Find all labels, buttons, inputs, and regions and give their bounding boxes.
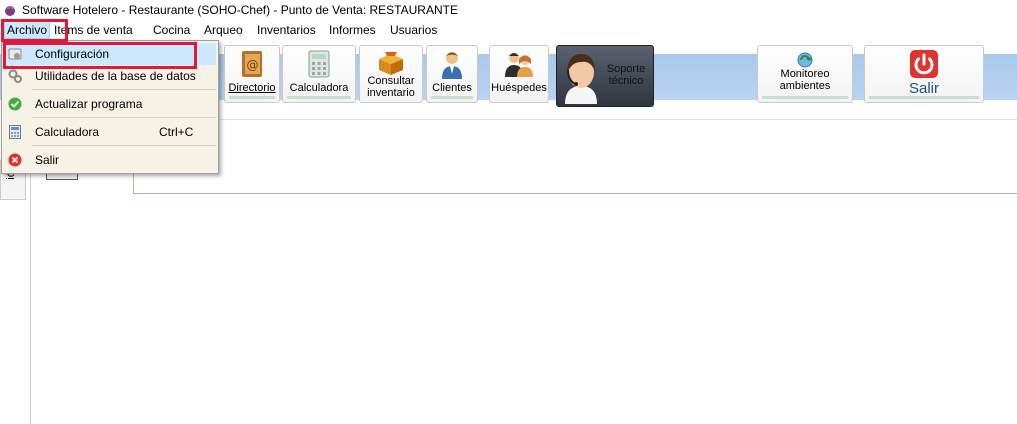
monitoreo-label-line2: ambientes bbox=[779, 80, 831, 92]
button-underline bbox=[762, 96, 848, 99]
calculator-icon bbox=[308, 50, 330, 78]
calculadora-menu-label: Calculadora bbox=[35, 125, 100, 139]
monitor-refresh-icon bbox=[797, 52, 813, 68]
menu-item-salir[interactable]: Salir bbox=[4, 149, 216, 171]
menu-arqueo[interactable]: Arqueo bbox=[202, 22, 245, 38]
consultar-label: Consultar inventario bbox=[360, 75, 422, 99]
window-title: Software Hotelero - Restaurante (SOHO-Ch… bbox=[22, 3, 458, 17]
title-bar: Software Hotelero - Restaurante (SOHO-Ch… bbox=[0, 0, 1017, 20]
directorio-label: Directorio bbox=[228, 82, 276, 94]
exit-icon bbox=[8, 153, 22, 167]
consultar-label-line1: Consultar bbox=[367, 75, 415, 87]
gears-icon bbox=[8, 69, 22, 83]
calculadora-label: Calculadora bbox=[289, 82, 349, 94]
button-underline bbox=[869, 96, 979, 99]
menu-cocina[interactable]: Cocina bbox=[151, 22, 192, 38]
salir-button[interactable]: Salir bbox=[864, 45, 984, 103]
menu-inventarios[interactable]: Inventarios bbox=[255, 22, 318, 38]
soporte-label: Soporte técnico bbox=[601, 63, 651, 87]
utilidades-label: Utilidades de la base de datos bbox=[35, 69, 196, 83]
consultar-inventario-button[interactable]: Consultar inventario bbox=[359, 45, 423, 103]
clientes-button[interactable]: Clientes bbox=[426, 45, 478, 103]
soporte-label-line1: Soporte bbox=[606, 63, 646, 75]
calculadora-button[interactable]: Calculadora bbox=[282, 45, 356, 103]
support-agent-icon bbox=[565, 54, 597, 104]
menu-item-configuracion[interactable]: Configuración bbox=[4, 43, 216, 65]
menu-bar: Archivo Items de venta Cocina Arqueo Inv… bbox=[0, 20, 1017, 40]
content-panel bbox=[133, 120, 1017, 194]
calculator-icon bbox=[9, 125, 21, 139]
menu-informes[interactable]: Informes bbox=[327, 22, 378, 38]
monitoreo-label: Monitoreo ambientes bbox=[758, 68, 852, 92]
configuracion-label: Configuración bbox=[35, 47, 110, 61]
salir-label: Salir bbox=[908, 80, 939, 97]
huespedes-label: Huéspedes bbox=[491, 82, 547, 94]
client-person-icon bbox=[442, 52, 462, 79]
actualizar-label: Actualizar programa bbox=[35, 97, 143, 111]
soporte-tecnico-button[interactable]: Soporte técnico bbox=[556, 45, 654, 107]
menu-items-de-venta[interactable]: Items de venta bbox=[52, 22, 135, 38]
clientes-label: Clientes bbox=[432, 82, 472, 94]
consultar-label-line2: inventario bbox=[367, 87, 415, 99]
check-icon bbox=[8, 97, 22, 111]
archivo-dropdown-menu: Configuración Utilidades de la base de d… bbox=[1, 40, 219, 174]
box-icon bbox=[379, 52, 403, 75]
menu-separator bbox=[32, 145, 216, 146]
menu-archivo[interactable]: Archivo bbox=[4, 21, 51, 39]
menu-separator bbox=[32, 89, 216, 90]
button-underline bbox=[431, 96, 473, 99]
menu-item-utilidades-bd[interactable]: Utilidades de la base de datos bbox=[4, 65, 216, 87]
config-icon bbox=[8, 48, 22, 60]
salir-menu-label: Salir bbox=[35, 153, 60, 167]
soporte-label-line2: técnico bbox=[608, 75, 644, 87]
svg-text:@: @ bbox=[247, 58, 259, 72]
power-icon bbox=[910, 50, 938, 78]
directorio-button[interactable]: @ Directorio bbox=[224, 45, 280, 103]
menu-usuarios[interactable]: Usuarios bbox=[388, 22, 439, 38]
calculadora-shortcut: Ctrl+C bbox=[159, 125, 194, 139]
menu-item-actualizar[interactable]: Actualizar programa bbox=[4, 93, 216, 115]
app-logo-icon bbox=[5, 6, 15, 16]
huespedes-button[interactable]: Huéspedes bbox=[489, 45, 549, 103]
menu-item-calculadora[interactable]: Calculadora Ctrl+C bbox=[4, 121, 216, 143]
button-underline bbox=[229, 96, 275, 99]
guests-icon bbox=[505, 53, 533, 77]
monitoreo-ambientes-button[interactable]: Monitoreo ambientes bbox=[757, 45, 853, 103]
menu-separator bbox=[32, 117, 216, 118]
monitoreo-label-line1: Monitoreo bbox=[780, 68, 830, 80]
button-underline bbox=[287, 96, 351, 99]
address-book-icon: @ bbox=[242, 51, 262, 77]
